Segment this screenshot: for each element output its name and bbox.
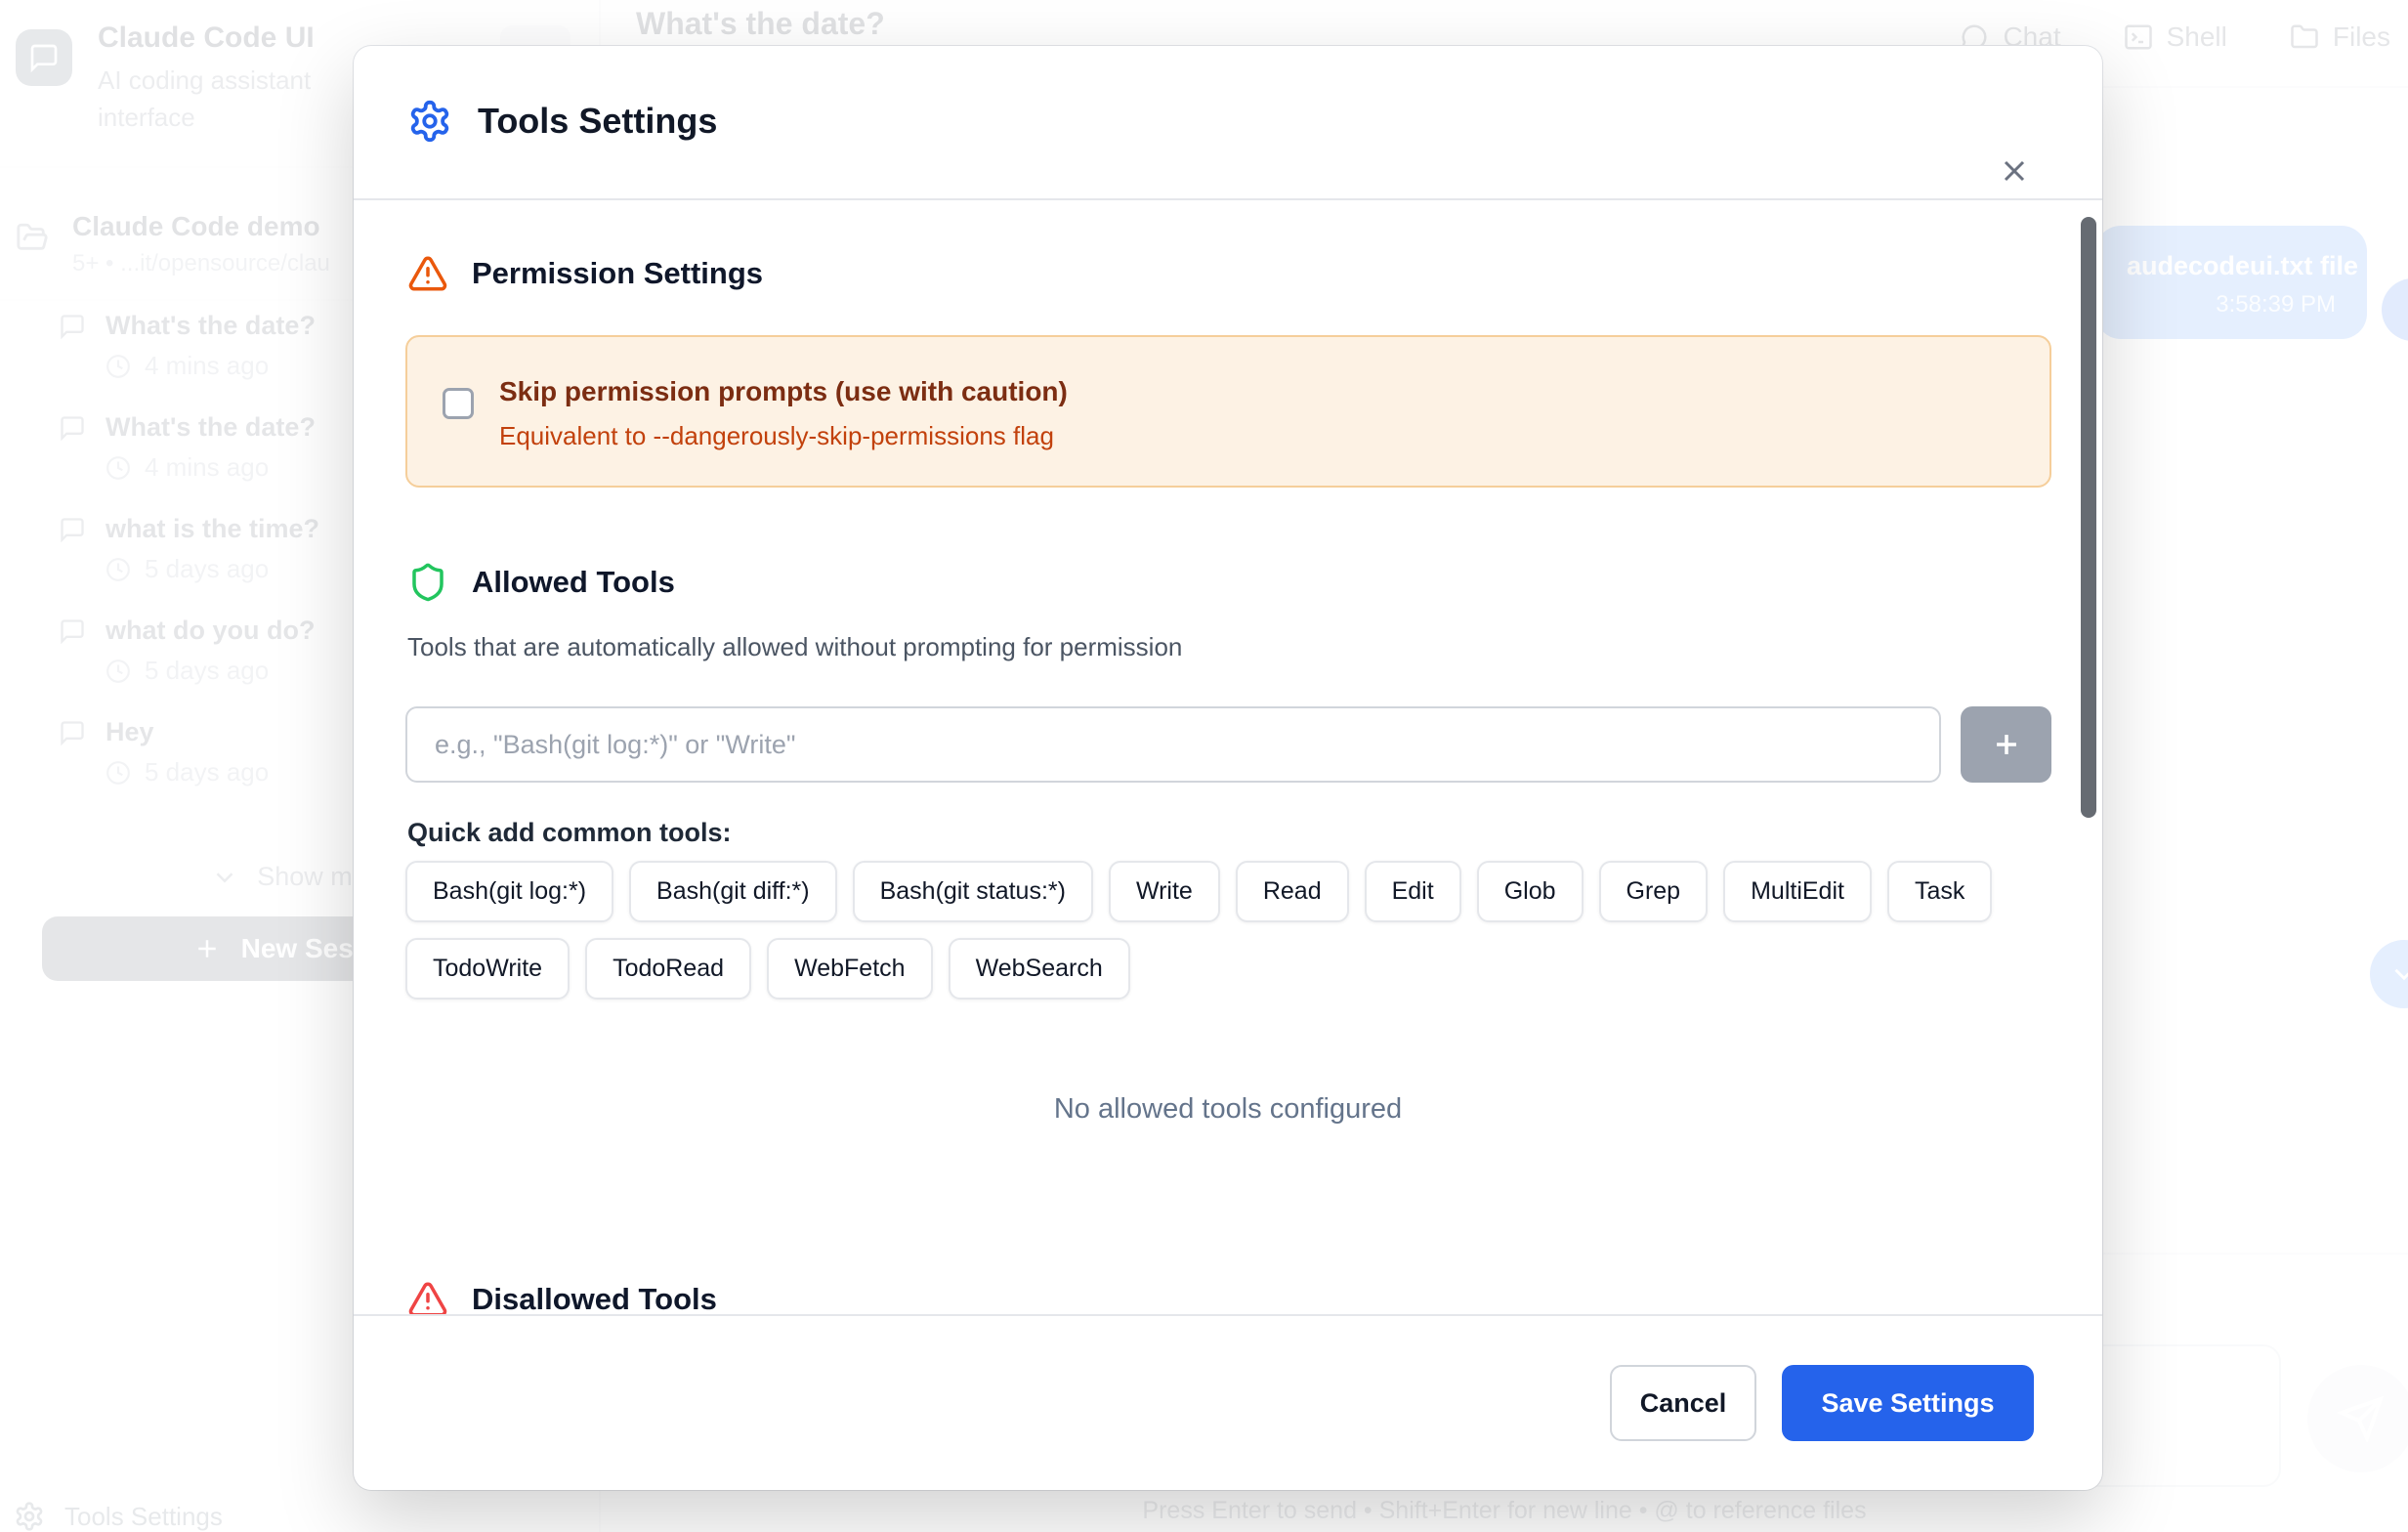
quick-tool-chip[interactable]: Grep: [1599, 861, 1709, 922]
close-icon: [1997, 153, 2032, 189]
permission-settings-title: Permission Settings: [472, 256, 763, 291]
skip-permissions-checkbox[interactable]: [443, 388, 474, 419]
warning-triangle-icon: [407, 1279, 448, 1314]
no-allowed-tools-message: No allowed tools configured: [354, 1093, 2102, 1126]
quick-tool-chip[interactable]: Bash(git log:*): [405, 861, 613, 922]
modal-body: Permission Settings Skip permission prom…: [354, 200, 2102, 1314]
modal-footer: Cancel Save Settings: [354, 1314, 2102, 1490]
allowed-tools-title: Allowed Tools: [472, 565, 675, 600]
quick-tool-chip[interactable]: Read: [1236, 861, 1349, 922]
quick-tool-chip[interactable]: MultiEdit: [1723, 861, 1872, 922]
quick-tool-chip[interactable]: TodoWrite: [405, 938, 570, 1000]
cancel-button[interactable]: Cancel: [1610, 1365, 1756, 1441]
quick-tool-chip[interactable]: Task: [1887, 861, 1992, 922]
skip-permissions-warning-box: Skip permission prompts (use with cautio…: [405, 335, 2051, 488]
disallowed-tools-title: Disallowed Tools: [472, 1282, 717, 1314]
save-settings-button[interactable]: Save Settings: [1782, 1365, 2034, 1441]
disallowed-tools-heading: Disallowed Tools: [407, 1279, 717, 1314]
screen: Claude Code UI AI coding assistant inter…: [0, 0, 2408, 1532]
skip-permissions-label: Skip permission prompts (use with cautio…: [499, 376, 1068, 407]
quick-tool-chip[interactable]: Glob: [1477, 861, 1584, 922]
quick-tool-chip[interactable]: WebSearch: [949, 938, 1130, 1000]
modal-title: Tools Settings: [478, 101, 717, 142]
quick-tool-chip[interactable]: WebFetch: [767, 938, 932, 1000]
plus-icon: [1990, 728, 2023, 761]
add-tool-button[interactable]: [1961, 706, 2051, 783]
quick-tool-chip[interactable]: Bash(git diff:*): [629, 861, 837, 922]
quick-tool-chips: Bash(git log:*) Bash(git diff:*) Bash(git …: [405, 861, 2056, 1000]
permission-settings-heading: Permission Settings: [407, 253, 763, 294]
quick-tool-chip[interactable]: Edit: [1365, 861, 1461, 922]
warning-triangle-icon: [407, 253, 448, 294]
shield-icon: [407, 562, 448, 603]
gear-icon: [407, 99, 452, 144]
quick-tool-chip[interactable]: Write: [1109, 861, 1220, 922]
modal-header: Tools Settings: [354, 46, 2102, 200]
allowed-tools-heading: Allowed Tools: [407, 562, 675, 603]
quick-tool-chip[interactable]: TodoRead: [585, 938, 751, 1000]
quick-tool-chip[interactable]: Bash(git status:*): [853, 861, 1093, 922]
modal-scrollbar-thumb[interactable]: [2081, 217, 2096, 818]
quick-add-label: Quick add common tools:: [407, 818, 732, 848]
tools-settings-modal: Tools Settings Permission Settings Skip …: [354, 46, 2102, 1490]
close-button[interactable]: [1987, 144, 2042, 198]
allowed-tools-description: Tools that are automatically allowed wit…: [407, 632, 1182, 662]
allowed-tool-input[interactable]: [405, 706, 1941, 783]
skip-permissions-sublabel: Equivalent to --dangerously-skip-permiss…: [499, 421, 1068, 451]
